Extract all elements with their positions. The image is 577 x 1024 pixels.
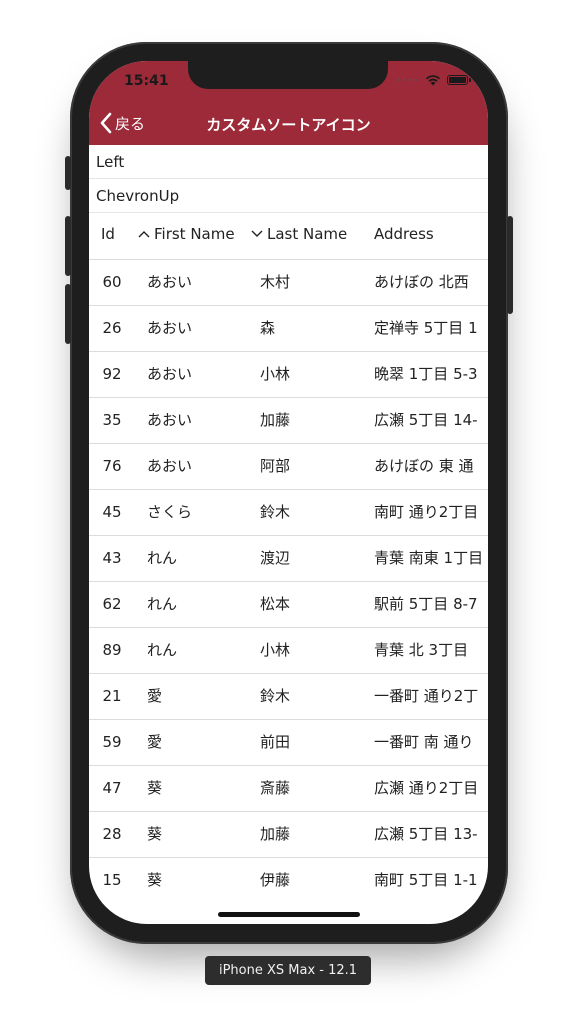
table-row[interactable]: 43 れん 渡辺 青葉 南東 1丁目 [89,536,488,582]
cell-last-name: 鈴木 [260,503,291,521]
page-title: カスタムソートアイコン [206,116,371,134]
option-chevron-up[interactable]: ChevronUp [89,179,488,213]
cell-id: 59 [102,733,122,751]
cell-id: 92 [102,365,122,383]
table-row[interactable]: 35 あおい 加藤 広瀬 5丁目 14- [89,398,488,444]
column-header-first-name[interactable]: First Name [138,209,258,259]
table-row[interactable]: 45 さくら 鈴木 南町 通り2丁目 [89,490,488,536]
cell-last-name: 加藤 [260,411,291,429]
cell-address: 広瀬 5丁目 13- [374,825,478,843]
cell-last-name: 小林 [260,365,291,383]
device-caption: iPhone XS Max - 12.1 [205,956,371,985]
table-row[interactable]: 21 愛 鈴木 一番町 通り2丁 [89,674,488,720]
option-left[interactable]: Left [89,145,488,179]
cell-last-name: 鈴木 [260,687,291,705]
cell-id: 26 [102,319,122,337]
cell-address: 一番町 通り2丁 [374,687,479,705]
table-row[interactable]: 92 あおい 小林 晩翠 1丁目 5-3 [89,352,488,398]
screen: 15:41 •••• 戻る カスタムソートアイコン Left ChevronUp… [89,61,488,924]
cell-first-name: 葵 [147,871,163,889]
cell-address: 一番町 南 通り [374,733,474,751]
table-row[interactable]: 28 葵 加藤 広瀬 5丁目 13- [89,812,488,858]
wifi-icon [426,75,440,86]
table-row[interactable]: 26 あおい 森 定禅寺 5丁目 1 [89,306,488,352]
column-header-address[interactable]: Address [374,209,488,259]
cell-last-name: 小林 [260,641,291,659]
cell-last-name: 阿部 [260,457,291,475]
battery-icon [447,75,471,85]
cell-last-name: 松本 [260,595,291,613]
cell-first-name: 愛 [147,733,163,751]
column-header-id[interactable]: Id [101,209,141,259]
cell-address: 南町 5丁目 1-1 [374,871,478,889]
cell-first-name: あおい [147,411,193,429]
cell-first-name: さくら [147,503,193,521]
cell-last-name: 渡辺 [260,549,291,567]
cell-address: 広瀬 通り2丁目 [374,779,479,797]
status-time: 15:41 [124,73,169,89]
cell-last-name: 前田 [260,733,291,751]
volume-down-button [65,284,71,344]
column-header-label: Last Name [267,225,348,243]
cell-id: 15 [102,871,122,889]
cell-address: 南町 通り2丁目 [374,503,479,521]
cell-last-name: 斎藤 [260,779,291,797]
cell-id: 76 [102,457,122,475]
column-header-label: Id [101,225,115,243]
power-button [507,216,513,314]
cell-first-name: 葵 [147,825,163,843]
volume-up-button [65,216,71,276]
cell-id: 60 [102,273,122,291]
cell-last-name: 森 [260,319,276,337]
home-indicator[interactable] [218,912,360,917]
cell-address: あけぼの 北西 [374,273,469,291]
table-row[interactable]: 60 あおい 木村 あけぼの 北西 [89,260,488,306]
cell-id: 62 [102,595,122,613]
cell-first-name: れん [147,641,178,659]
cell-first-name: あおい [147,273,193,291]
cell-address: 広瀬 5丁目 14- [374,411,478,429]
cell-id: 45 [102,503,122,521]
table-row[interactable]: 89 れん 小林 青葉 北 3丁目 [89,628,488,674]
table-row[interactable]: 47 葵 斎藤 広瀬 通り2丁目 [89,766,488,812]
table-row[interactable]: 15 葵 伊藤 南町 5丁目 1-1 [89,858,488,903]
cell-address: 定禅寺 5丁目 1 [374,319,478,337]
table-row[interactable]: 59 愛 前田 一番町 南 通り [89,720,488,766]
table-row[interactable]: 62 れん 松本 駅前 5丁目 8-7 [89,582,488,628]
cell-id: 43 [102,549,122,567]
cell-first-name: あおい [147,319,193,337]
column-header-label: First Name [154,225,235,243]
chevron-down-icon [251,230,263,237]
column-header-label: Address [374,225,434,243]
cell-last-name: 加藤 [260,825,291,843]
navigation-bar: 15:41 •••• 戻る カスタムソートアイコン [89,61,488,145]
cell-id: 89 [102,641,122,659]
chevron-up-icon [138,231,150,238]
cell-id: 47 [102,779,122,797]
mute-switch [65,156,71,190]
notch [188,61,388,89]
cell-first-name: 葵 [147,779,163,797]
cell-first-name: れん [147,549,178,567]
cell-first-name: 愛 [147,687,163,705]
cell-first-name: あおい [147,365,193,383]
cell-id: 35 [102,411,122,429]
cell-id: 28 [102,825,122,843]
cell-first-name: あおい [147,457,193,475]
cell-last-name: 木村 [260,273,291,291]
cell-id: 21 [102,687,122,705]
signal-dots-icon: •••• [396,75,419,85]
grid-body: 60 あおい 木村 あけぼの 北西 26 あおい森定禅寺 5丁目 1 92 あおい 小林 晩翠… [89,260,488,903]
grid-header: Id First Name Last Name Address [89,209,488,260]
column-header-last-name[interactable]: Last Name [251,209,371,259]
cell-first-name: れん [147,595,178,613]
cell-address: 青葉 南東 1丁目 [374,549,484,567]
cell-last-name: 伊藤 [260,871,291,889]
cell-address: 駅前 5丁目 8-7 [374,595,478,613]
cell-address: あけぼの 東 通 [374,457,474,475]
cell-address: 青葉 北 3丁目 [374,641,469,659]
table-row[interactable]: 76 あおい 阿部 あけぼの 東 通 [89,444,488,490]
cell-address: 晩翠 1丁目 5-3 [374,365,478,383]
status-icons: •••• [396,74,471,86]
